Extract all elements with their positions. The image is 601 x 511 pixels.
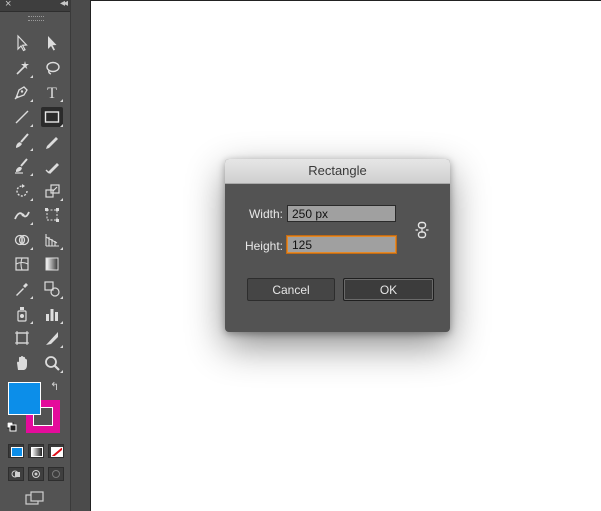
swap-fill-stroke-icon[interactable]: ↰ — [50, 380, 59, 393]
direct-selection-tool[interactable] — [41, 33, 63, 53]
eyedropper-tool[interactable] — [11, 279, 33, 299]
artboard-tool[interactable] — [11, 328, 33, 348]
rotate-tool[interactable] — [11, 181, 33, 201]
draw-behind-button[interactable] — [28, 467, 44, 481]
artboard-icon — [15, 331, 29, 346]
screen-mode-icon[interactable] — [24, 490, 46, 508]
default-fill-stroke-icon[interactable] — [7, 422, 17, 432]
pencil-tool[interactable] — [41, 131, 63, 151]
gradient-icon — [45, 257, 59, 271]
shape-builder-tool[interactable] — [11, 230, 33, 250]
artboard-top-edge — [90, 0, 601, 1]
selection-tool[interactable] — [11, 33, 33, 53]
draw-normal-button[interactable] — [8, 467, 24, 481]
zoom-tool[interactable] — [41, 353, 63, 373]
lasso-icon — [46, 61, 60, 75]
width-label: Width: — [248, 207, 283, 221]
direct-selection-arrow-icon — [48, 36, 57, 51]
line-icon — [15, 110, 29, 124]
ok-button[interactable]: OK — [343, 278, 434, 301]
color-mode-row — [8, 444, 64, 458]
line-segment-tool[interactable] — [11, 107, 33, 127]
magic-wand-tool[interactable] — [11, 58, 33, 78]
constrain-proportions-icon[interactable] — [415, 221, 429, 239]
draw-behind-icon — [32, 470, 40, 478]
height-label: Height: — [244, 239, 283, 253]
tools-panel-header: × ◂◂ — [0, 0, 70, 12]
paintbrush-icon — [16, 133, 29, 149]
blob-brush-tool[interactable] — [11, 156, 33, 176]
eraser-tool[interactable] — [41, 156, 63, 176]
hand-icon — [17, 355, 27, 370]
color-mode-button[interactable] — [8, 444, 24, 458]
symbol-sprayer-tool[interactable] — [11, 304, 33, 324]
perspective-grid-icon — [45, 233, 59, 247]
perspective-grid-tool[interactable] — [41, 230, 63, 250]
hand-tool[interactable] — [11, 353, 33, 373]
pencil-icon — [46, 137, 58, 150]
blend-icon — [44, 281, 60, 297]
slice-tool[interactable] — [41, 328, 63, 349]
fill-swatch[interactable] — [8, 382, 41, 415]
free-transform-icon — [45, 208, 59, 223]
slice-icon — [46, 332, 58, 346]
pen-tool[interactable] — [11, 82, 33, 103]
column-graph-tool[interactable] — [41, 304, 63, 324]
free-transform-tool[interactable] — [41, 205, 63, 225]
lasso-tool[interactable] — [41, 58, 63, 78]
shape-builder-icon — [14, 234, 30, 245]
mesh-icon — [15, 257, 29, 271]
selection-arrow-icon — [17, 34, 28, 52]
scale-tool[interactable] — [41, 181, 63, 201]
cancel-button[interactable]: Cancel — [247, 278, 335, 301]
gradient-mode-button[interactable] — [28, 444, 44, 458]
none-mode-button[interactable] — [48, 444, 64, 458]
draw-normal-icon — [11, 470, 20, 478]
close-icon[interactable]: × — [5, 0, 11, 10]
dialog-title[interactable]: Rectangle — [225, 159, 450, 184]
panel-grip[interactable] — [28, 16, 44, 21]
rectangle-dialog: Rectangle Width: Height: Cancel OK — [225, 159, 450, 332]
collapse-icon[interactable]: ◂◂ — [60, 0, 68, 9]
width-tool[interactable] — [11, 205, 33, 226]
draw-mode-row — [8, 467, 64, 481]
symbol-sprayer-icon — [17, 306, 27, 322]
paintbrush-tool[interactable] — [11, 131, 33, 152]
eyedropper-icon — [16, 283, 28, 296]
svg-text:T: T — [47, 85, 57, 101]
type-tool[interactable]: T — [41, 82, 63, 103]
rectangle-tool[interactable] — [41, 106, 63, 127]
draw-inside-button[interactable] — [48, 467, 64, 481]
width-icon — [14, 211, 30, 220]
eraser-icon — [45, 163, 59, 174]
zoom-icon — [45, 355, 60, 371]
pen-icon — [14, 86, 28, 100]
draw-inside-icon — [52, 470, 60, 478]
tools-panel: × ◂◂ T ↰ — [0, 0, 71, 511]
gradient-tool[interactable] — [41, 254, 63, 274]
width-input[interactable] — [287, 205, 396, 222]
column-graph-icon — [46, 308, 58, 321]
rectangle-icon — [44, 111, 60, 123]
scale-icon — [45, 183, 60, 198]
type-icon: T — [47, 85, 57, 101]
mesh-tool[interactable] — [11, 254, 33, 274]
rotate-icon — [16, 183, 28, 197]
height-input[interactable] — [287, 236, 396, 253]
magic-wand-icon — [16, 60, 29, 75]
blob-brush-icon — [15, 158, 28, 174]
blend-tool[interactable] — [41, 279, 63, 299]
